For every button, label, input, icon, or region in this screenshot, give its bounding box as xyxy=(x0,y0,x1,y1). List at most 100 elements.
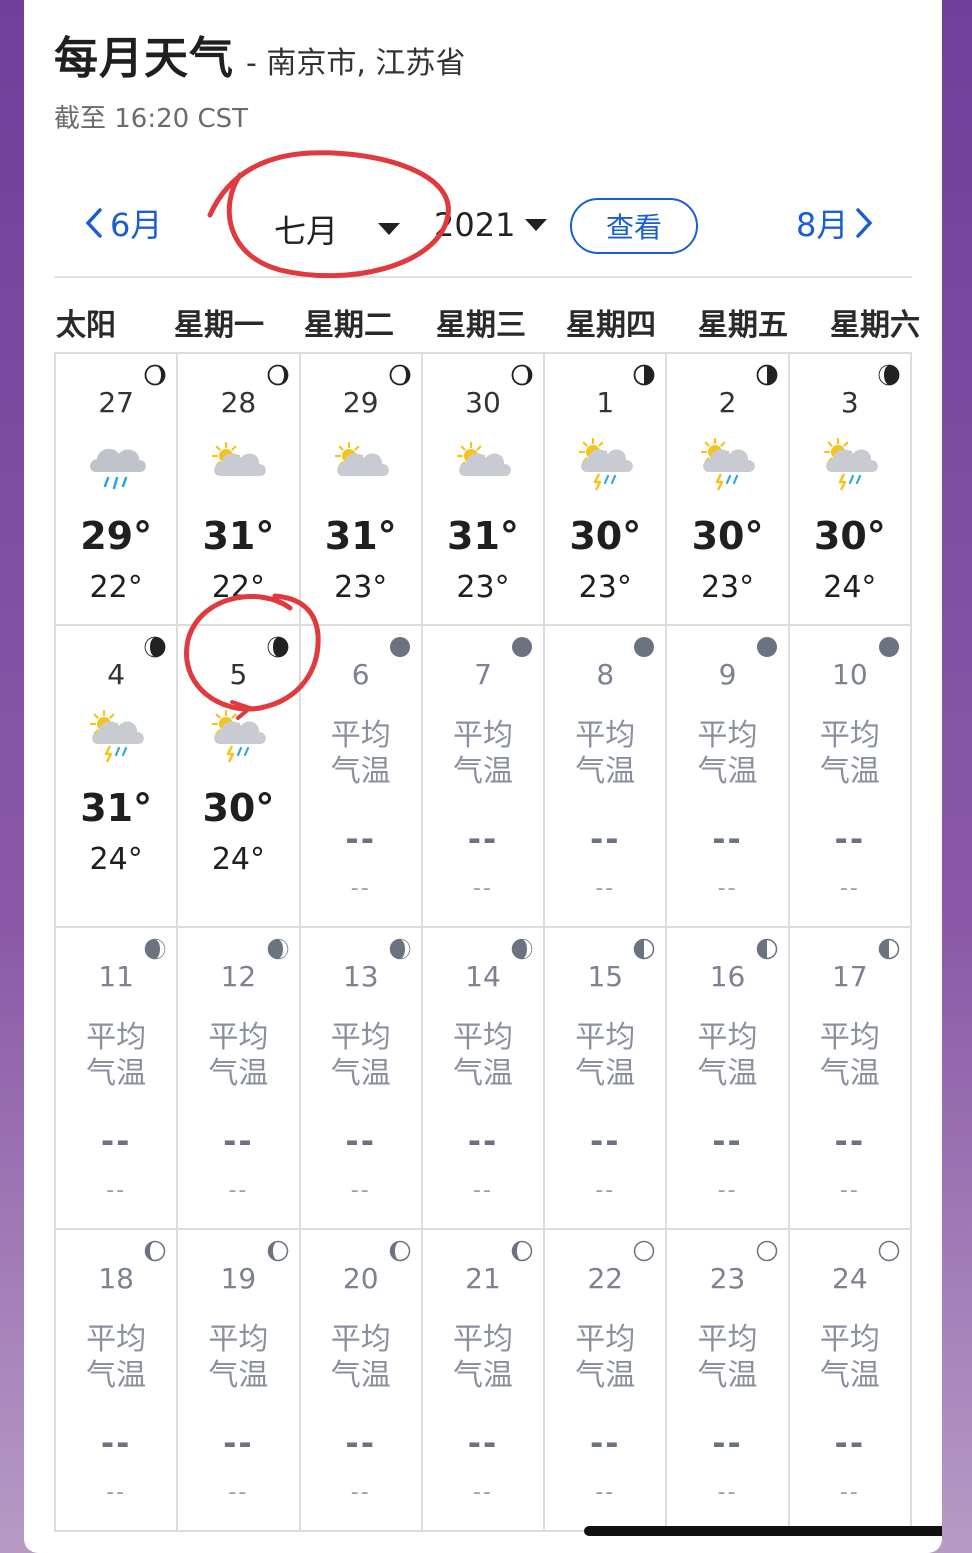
day-number: 29 xyxy=(342,386,379,419)
full-moon-icon xyxy=(878,636,900,658)
day-number: 18 xyxy=(98,1262,134,1295)
day-number: 21 xyxy=(465,1262,501,1295)
avg-line2: 气温 xyxy=(697,1056,758,1091)
average-temp-label: 平均 气温 xyxy=(301,718,421,790)
new-moon-icon xyxy=(878,1240,900,1262)
avg-line1: 平均 xyxy=(575,1020,636,1055)
day-cell[interactable]: 9 平均 气温 -- -- xyxy=(667,626,790,928)
high-temp: 30° xyxy=(691,514,764,558)
day-cell[interactable]: 17 平均 气温 -- -- xyxy=(789,928,912,1230)
day-cell[interactable]: 15 平均 气温 -- -- xyxy=(545,928,668,1230)
avg-line2: 气温 xyxy=(86,1358,147,1393)
avg-line1: 平均 xyxy=(452,1020,513,1055)
low-temp: 23° xyxy=(578,570,632,605)
day-number: 20 xyxy=(342,1262,379,1295)
prev-month-link[interactable]: 6月 xyxy=(84,200,162,246)
day-number: 24 xyxy=(832,1262,868,1295)
high-temp-placeholder: -- xyxy=(589,1122,621,1160)
day-cell[interactable]: 14 平均 气温 -- -- xyxy=(422,928,546,1230)
avg-line1: 平均 xyxy=(819,1322,880,1357)
home-indicator[interactable] xyxy=(584,1526,942,1536)
day-cell[interactable]: 30 31° 23° xyxy=(422,352,546,626)
high-temp: 31° xyxy=(80,786,153,830)
average-temp-label: 平均 气温 xyxy=(301,1322,421,1394)
day-number: 23 xyxy=(709,1262,746,1295)
sun-thunderstorm-icon xyxy=(575,436,637,498)
high-temp: 31° xyxy=(324,514,397,558)
week-row: 18 平均 气温 -- -- 19 平均 气温 -- -- 20 平均 气温 -- -- 21 平均 气温 -- --… xyxy=(54,1230,912,1532)
high-temp: 29° xyxy=(80,514,153,558)
next-month-link[interactable]: 8月 xyxy=(796,200,874,246)
day-cell[interactable]: 18 平均 气温 -- -- xyxy=(56,1230,179,1532)
day-cell[interactable]: 27 29° 22° xyxy=(56,352,179,626)
sun-thunderstorm-icon xyxy=(697,436,759,498)
day-cell[interactable]: 19 平均 气温 -- -- xyxy=(178,1230,301,1532)
day-cell[interactable]: 1 30° 23° xyxy=(545,352,668,626)
day-cell[interactable]: 11 平均 气温 -- -- xyxy=(56,928,179,1230)
waning-gibbous-icon xyxy=(267,938,289,960)
day-number: 8 xyxy=(596,658,615,691)
low-temp-placeholder: -- xyxy=(228,1480,249,1505)
day-number: 10 xyxy=(832,658,868,691)
low-temp-placeholder: -- xyxy=(839,876,860,901)
day-cell[interactable]: 4 31° 24° xyxy=(56,626,179,928)
full-moon-icon xyxy=(389,636,411,658)
day-cell[interactable]: 5 30° 24° xyxy=(178,626,301,928)
day-cell[interactable]: 28 31° 22° xyxy=(178,352,301,626)
day-cell[interactable]: 12 平均 气温 -- -- xyxy=(178,928,301,1230)
low-temp-placeholder: -- xyxy=(106,1480,127,1505)
day-cell[interactable]: 7 平均 气温 -- -- xyxy=(422,626,546,928)
day-cell[interactable]: 13 平均 气温 -- -- xyxy=(300,928,423,1230)
day-cell[interactable]: 22 平均 气温 -- -- xyxy=(545,1230,668,1532)
year-select[interactable]: 2021 xyxy=(434,206,548,244)
high-temp-placeholder: -- xyxy=(712,820,743,858)
day-cell[interactable]: 10 平均 气温 -- -- xyxy=(789,626,912,928)
low-temp-placeholder: -- xyxy=(473,1480,493,1505)
month-select[interactable]: 七月 xyxy=(274,206,401,252)
day-cell[interactable]: 20 平均 气温 -- -- xyxy=(300,1230,423,1532)
waning-crescent-icon xyxy=(267,1240,289,1262)
avg-line1: 平均 xyxy=(575,718,636,753)
average-temp-label: 平均 气温 xyxy=(423,1322,543,1394)
last-quarter-icon xyxy=(756,938,778,960)
high-temp-placeholder: -- xyxy=(589,820,621,858)
high-temp-placeholder: -- xyxy=(589,1424,621,1462)
average-temp-label: 平均 气温 xyxy=(301,1020,421,1092)
low-temp: 23° xyxy=(700,570,755,605)
avg-line1: 平均 xyxy=(697,1322,758,1357)
avg-line1: 平均 xyxy=(86,1322,147,1357)
waxing-gibbous-icon xyxy=(267,636,289,658)
high-temp-placeholder: -- xyxy=(345,820,376,858)
day-cell[interactable]: 29 31° 23° xyxy=(300,352,423,626)
sun-thunderstorm-icon xyxy=(86,708,148,770)
view-button[interactable]: 查看 xyxy=(570,198,698,254)
day-number: 9 xyxy=(718,658,737,691)
sun-thunderstorm-icon xyxy=(208,708,270,770)
day-cell[interactable]: 3 30° 24° xyxy=(789,352,912,626)
avg-line2: 气温 xyxy=(452,754,513,789)
day-cell[interactable]: 24 平均 气温 -- -- xyxy=(789,1230,912,1532)
day-cell[interactable]: 8 平均 气温 -- -- xyxy=(545,626,668,928)
calendar-grid: 27 29° 22° 28 31° 22° 29 31° 23° 30 31° 23° 1 30° 23° 2… xyxy=(54,352,912,1532)
low-temp: 22° xyxy=(89,570,143,605)
low-temp-placeholder: -- xyxy=(228,1178,249,1203)
weekday-mon: 星期一 xyxy=(174,308,264,343)
low-temp-placeholder: -- xyxy=(595,876,616,901)
new-moon-icon xyxy=(756,1240,778,1262)
high-temp-placeholder: -- xyxy=(834,1424,866,1462)
high-temp-placeholder: -- xyxy=(712,1424,743,1462)
day-cell[interactable]: 21 平均 气温 -- -- xyxy=(422,1230,546,1532)
average-temp-label: 平均 气温 xyxy=(56,1020,176,1092)
weekday-thu: 星期四 xyxy=(566,308,656,343)
day-cell[interactable]: 2 30° 23° xyxy=(667,352,790,626)
day-number: 15 xyxy=(587,960,624,993)
day-number: 19 xyxy=(220,1262,257,1295)
full-moon-icon xyxy=(633,636,655,658)
year-select-value: 2021 xyxy=(434,206,516,244)
partly-sunny-icon xyxy=(331,436,393,498)
low-temp-placeholder: -- xyxy=(106,1178,127,1203)
day-cell[interactable]: 16 平均 气温 -- -- xyxy=(667,928,790,1230)
low-temp-placeholder: -- xyxy=(473,876,493,901)
day-cell[interactable]: 6 平均 气温 -- -- xyxy=(300,626,423,928)
day-cell[interactable]: 23 平均 气温 -- -- xyxy=(667,1230,790,1532)
